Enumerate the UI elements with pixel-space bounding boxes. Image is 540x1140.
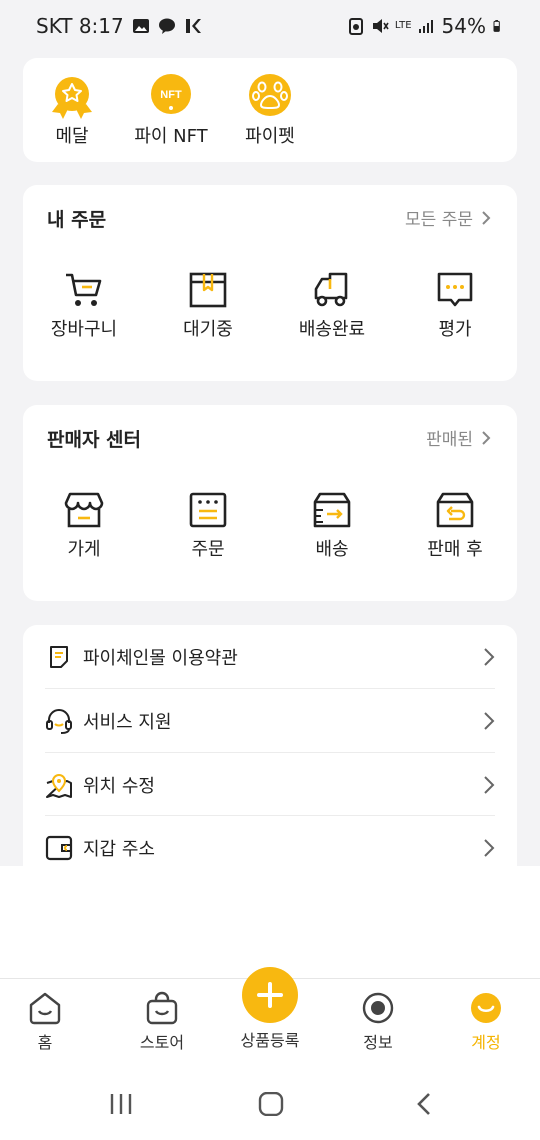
bottom-nav: 홈 스토어 상품등록 정보 계정: [0, 967, 540, 1070]
after-sales-button[interactable]: 판매 후: [400, 491, 510, 561]
after-sales-label: 판매 후: [427, 539, 483, 560]
carrier-time: SKT 8:17: [36, 14, 124, 38]
recent-apps-icon[interactable]: [108, 1092, 134, 1116]
badges-card: 메달 NFT 파이 NFT 파이펫: [23, 58, 517, 162]
chevron-right-icon: [484, 647, 495, 666]
wallet-icon: [45, 834, 73, 862]
seller-title: 판매자 센터: [47, 429, 142, 451]
status-bar: SKT 8:17 LTE 54%: [0, 0, 540, 52]
nft-label: 파이 NFT: [134, 126, 208, 147]
plus-icon: [257, 982, 283, 1008]
support-row[interactable]: 서비스 지원: [45, 689, 495, 752]
chevron-right-icon: [482, 430, 491, 445]
menu-list: 파이체인몰 이용약관 서비스 지원 위치 수정 지갑 주소: [23, 625, 517, 866]
cart-label: 장바구니: [50, 319, 118, 340]
review-label: 평가: [438, 319, 472, 340]
terms-label: 파이체인몰 이용약관: [83, 647, 238, 669]
paw-icon: [249, 74, 291, 116]
return-box-icon: [436, 492, 474, 528]
map-pin-icon: [45, 771, 73, 799]
review-button[interactable]: 평가: [400, 271, 510, 341]
battery-icon: [493, 20, 500, 32]
box-icon: [189, 272, 227, 308]
seller-orders-label: 주문: [191, 539, 225, 560]
pet-label: 파이펫: [245, 126, 295, 147]
delivered-button[interactable]: 배송완료: [277, 271, 387, 341]
location-row[interactable]: 위치 수정: [45, 753, 495, 816]
medal-label: 메달: [55, 126, 89, 147]
wallet-label: 지갑 주소: [83, 838, 155, 860]
system-nav-bar: [0, 1070, 540, 1140]
talk-icon: [158, 18, 175, 34]
sold-link[interactable]: 판매된: [426, 425, 491, 450]
battery-percent: 54%: [441, 14, 486, 38]
medal-badge[interactable]: 메달: [17, 58, 127, 148]
pet-badge[interactable]: 파이펫: [215, 58, 325, 148]
info-icon: [362, 992, 394, 1024]
nav-store[interactable]: 스토어: [117, 991, 207, 1053]
shipping-box-icon: [313, 492, 351, 528]
store-button[interactable]: 가게: [29, 491, 139, 561]
add-product-button[interactable]: [242, 967, 298, 1023]
nft-icon-text: NFT: [160, 89, 182, 101]
home-button-icon[interactable]: [258, 1092, 284, 1116]
nft-icon: NFT: [151, 74, 191, 114]
nav-home-label: 홈: [37, 1033, 53, 1052]
support-label: 서비스 지원: [83, 711, 172, 733]
medal-icon: [52, 77, 92, 119]
chevron-right-icon: [484, 711, 495, 730]
chevron-right-icon: [482, 210, 491, 225]
app-icon: [185, 19, 201, 33]
cart-button[interactable]: 장바구니: [29, 271, 139, 341]
wallet-row[interactable]: 지갑 주소: [45, 816, 495, 866]
all-orders-link[interactable]: 모든 주문: [405, 205, 491, 230]
gallery-icon: [132, 19, 149, 33]
pending-button[interactable]: 대기중: [153, 271, 263, 341]
shipping-button[interactable]: 배송: [277, 491, 387, 561]
my-orders-card: 내 주문 모든 주문 장바구니 대기중 배송완료 평가: [23, 185, 517, 381]
shipping-label: 배송: [315, 539, 349, 560]
nav-home[interactable]: 홈: [0, 991, 90, 1053]
cart-icon: [66, 273, 102, 306]
nav-info-label: 정보: [363, 1033, 393, 1052]
nav-store-label: 스토어: [139, 1033, 185, 1052]
store-icon: [64, 492, 104, 528]
nav-account[interactable]: 계정: [441, 991, 531, 1053]
mute-icon: [372, 19, 389, 33]
chevron-right-icon: [484, 838, 495, 857]
account-icon: [471, 993, 501, 1023]
seller-orders-button[interactable]: 주문: [153, 491, 263, 561]
network-type: LTE: [394, 20, 412, 31]
all-orders-label: 모든 주문: [405, 210, 473, 230]
chevron-right-icon: [484, 775, 495, 794]
seller-center-card: 판매자 센터 판매된 가게 주문 배송 판매 후: [23, 405, 517, 601]
location-label: 위치 수정: [83, 775, 155, 797]
add-product-label: 상품등록: [240, 1031, 300, 1050]
nav-account-label: 계정: [471, 1033, 501, 1052]
recycle-icon: [348, 18, 363, 35]
chat-icon: [437, 272, 473, 307]
orders-title: 내 주문: [47, 209, 107, 231]
document-icon: [45, 643, 73, 671]
delivered-label: 배송완료: [298, 319, 366, 340]
home-icon: [29, 992, 61, 1025]
pending-label: 대기중: [183, 319, 233, 340]
signal-icon: [418, 20, 433, 33]
headset-icon: [45, 707, 73, 735]
back-icon[interactable]: [412, 1092, 438, 1116]
shopping-bag-icon: [146, 991, 178, 1025]
sold-label: 판매된: [426, 430, 473, 450]
store-label: 가게: [67, 539, 101, 560]
nav-info[interactable]: 정보: [333, 991, 423, 1053]
order-list-icon: [189, 492, 227, 528]
truck-icon: [314, 272, 348, 307]
nft-badge[interactable]: NFT 파이 NFT: [116, 58, 226, 148]
account-content: 메달 NFT 파이 NFT 파이펫 내 주문 모든 주문 장바구니 대기중 배송…: [0, 52, 540, 866]
terms-row[interactable]: 파이체인몰 이용약관: [45, 625, 495, 688]
